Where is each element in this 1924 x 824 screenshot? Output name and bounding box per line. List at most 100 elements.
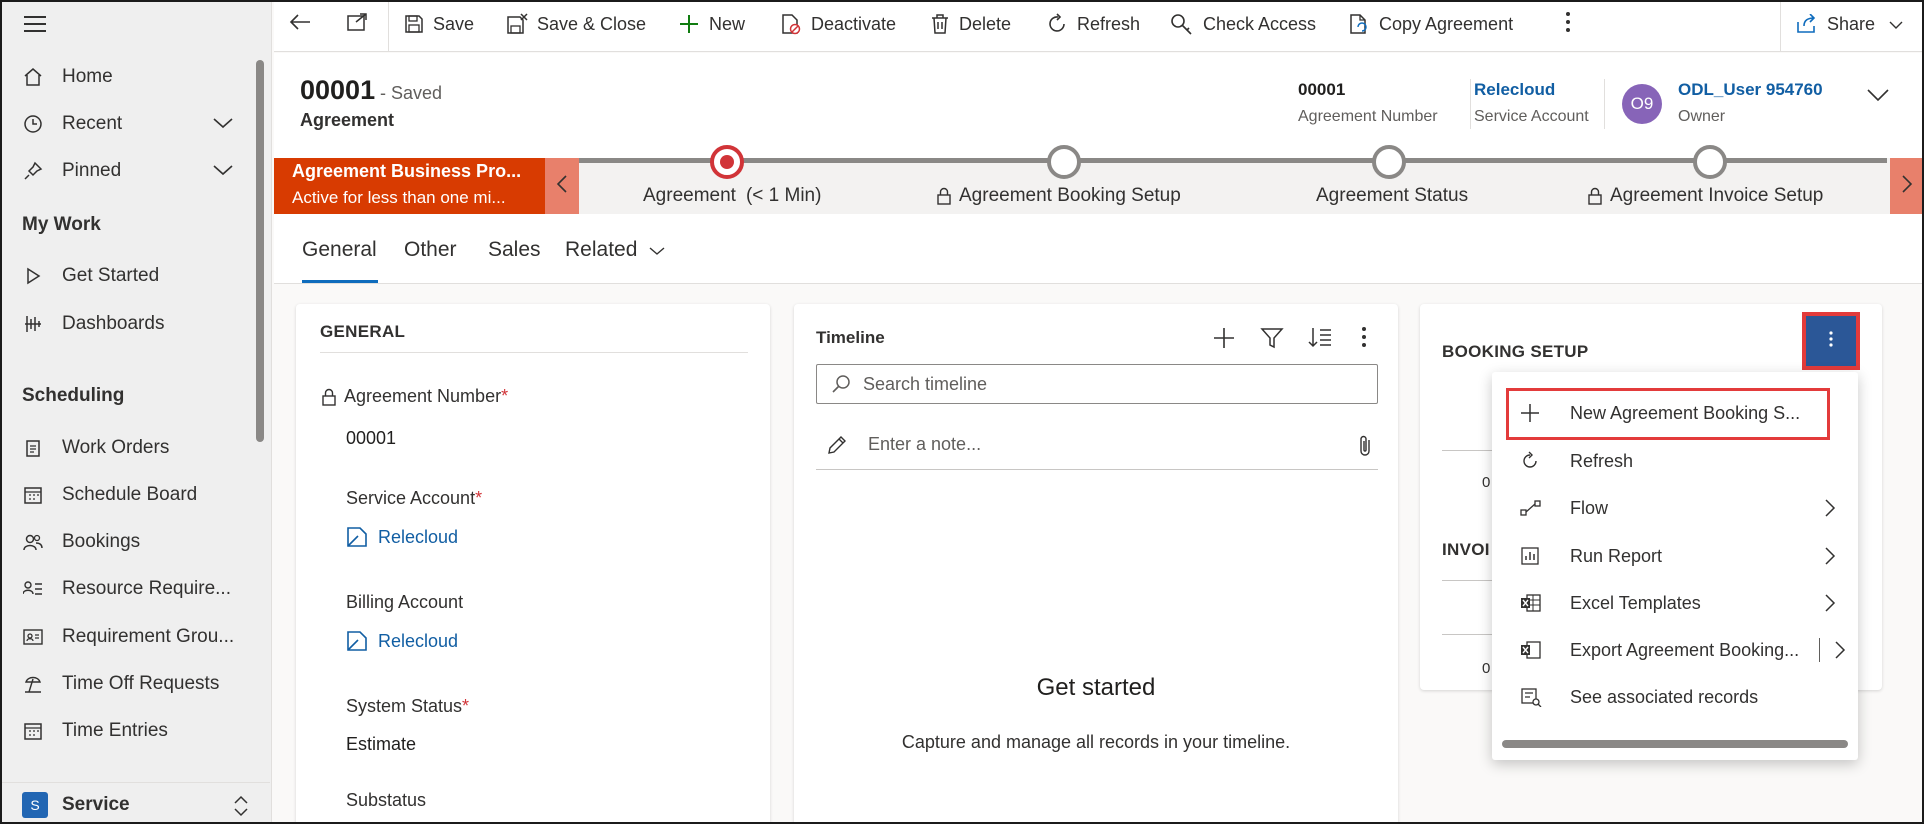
sidebar-item-time-off-requests[interactable]: Time Off Requests: [2, 664, 264, 704]
menu-item-excel-templates[interactable]: Excel Templates: [1492, 580, 1858, 626]
sidebar-item-home[interactable]: Home: [2, 57, 264, 97]
hamburger-menu-icon[interactable]: [24, 16, 46, 32]
plus-icon: [678, 13, 700, 35]
search-icon: [831, 374, 851, 394]
stage-agreement-marker[interactable]: [710, 145, 744, 179]
stage-label: Agreement: [643, 185, 736, 206]
menu-item-see-associated-records[interactable]: See associated records: [1492, 674, 1858, 720]
timeline-search-input[interactable]: Search timeline: [816, 364, 1378, 404]
menu-scrollbar[interactable]: [1502, 740, 1848, 748]
sidebar-item-label: Pinned: [62, 160, 122, 181]
expand-header-chevron-icon[interactable]: [1866, 87, 1890, 108]
sidebar-item-bookings[interactable]: Bookings: [2, 522, 264, 562]
copy-agreement-button[interactable]: Copy Agreement: [1348, 2, 1513, 46]
pencil-icon: [826, 434, 848, 456]
deactivate-button[interactable]: Deactivate: [780, 2, 896, 46]
invoice-section-title: INVOI: [1442, 540, 1490, 559]
account-icon: [346, 630, 368, 652]
sidebar-item-schedule-board[interactable]: Schedule Board: [2, 475, 264, 515]
menu-item-export-agreement-booking[interactable]: Export Agreement Booking...: [1492, 627, 1858, 673]
owner-link[interactable]: ODL_User 954760: [1678, 80, 1823, 100]
tab-sales[interactable]: Sales: [488, 238, 541, 262]
filter-icon[interactable]: [1260, 327, 1284, 354]
stage-agreement-status[interactable]: Agreement Status: [1316, 185, 1468, 207]
key-search-icon: [1170, 13, 1194, 35]
open-in-new-window-button[interactable]: [346, 2, 368, 46]
sidebar-item-label: Requirement Grou...: [62, 626, 235, 647]
bpf-progress-line: [579, 158, 1887, 163]
deactivate-label: Deactivate: [811, 13, 897, 34]
stage-duration: (< 1 Min): [745, 185, 822, 206]
stage-booking-setup-marker[interactable]: [1047, 145, 1081, 179]
attachment-icon[interactable]: [1358, 434, 1372, 463]
sidebar-item-recent[interactable]: Recent: [2, 104, 264, 144]
add-timeline-button[interactable]: [1212, 326, 1236, 355]
bpf-next-button[interactable]: [1890, 158, 1922, 214]
sidebar-item-pinned[interactable]: Pinned: [2, 151, 264, 191]
app-frame: Home Recent Pinned My Work Get Started D…: [0, 0, 1924, 824]
menu-item-flow[interactable]: Flow: [1492, 485, 1858, 531]
calendar-icon: [22, 720, 44, 742]
chevron-right-icon: [1824, 593, 1836, 618]
share-button[interactable]: Share: [1796, 2, 1903, 46]
chevron-right-icon[interactable]: [1834, 640, 1846, 665]
bpf-previous-button[interactable]: [545, 158, 579, 214]
service-account-field[interactable]: Relecloud: [346, 526, 458, 548]
billing-account-field[interactable]: Relecloud: [346, 630, 458, 652]
header-field-label: Service Account: [1474, 108, 1589, 125]
tab-other[interactable]: Other: [404, 238, 457, 262]
sidebar-item-resource-requirements[interactable]: Resource Require...: [2, 569, 264, 609]
section-my-work: My Work: [22, 214, 101, 235]
stage-agreement[interactable]: Agreement (< 1 Min): [643, 185, 821, 207]
chevron-down-icon[interactable]: [212, 114, 234, 136]
menu-item-refresh[interactable]: Refresh: [1492, 438, 1858, 484]
command-bar: Save Save & Close New Deactivate Delete …: [274, 2, 1922, 52]
bpf-active-process[interactable]: Agreement Business Pro... Active for les…: [274, 158, 545, 214]
tab-related[interactable]: Related: [565, 238, 665, 262]
booking-setup-more-button[interactable]: [1802, 312, 1860, 370]
save-button[interactable]: Save: [404, 2, 474, 46]
people-icon: [22, 531, 44, 553]
stage-agreement-invoice-setup[interactable]: Agreement Invoice Setup: [1588, 185, 1823, 207]
save-status: - Saved: [380, 83, 443, 103]
service-account-link[interactable]: Relecloud: [1474, 80, 1589, 100]
delete-button[interactable]: Delete: [930, 2, 1011, 46]
sidebar-item-get-started[interactable]: Get Started: [2, 256, 264, 296]
new-button[interactable]: New: [678, 2, 745, 46]
stage-status-marker[interactable]: [1372, 145, 1406, 179]
sidebar-scrollbar[interactable]: [256, 60, 264, 442]
stage-invoice-setup-marker[interactable]: [1693, 145, 1727, 179]
account-icon: [346, 526, 368, 548]
share-icon: [1796, 14, 1818, 34]
back-button[interactable]: [288, 2, 312, 46]
sidebar-item-work-orders[interactable]: Work Orders: [2, 428, 264, 468]
sidebar-item-dashboards[interactable]: Dashboards: [2, 304, 264, 344]
delete-label: Delete: [959, 13, 1012, 34]
more-commands-button[interactable]: [1564, 2, 1572, 46]
refresh-button[interactable]: Refresh: [1046, 2, 1140, 46]
save-and-close-button[interactable]: Save & Close: [506, 2, 646, 46]
billing-account-link[interactable]: Relecloud: [378, 631, 458, 652]
service-account-label: Service Account *: [346, 488, 482, 509]
chevron-up-down-icon[interactable]: [232, 795, 250, 822]
service-account-link[interactable]: Relecloud: [378, 527, 458, 548]
system-status-value[interactable]: Estimate: [346, 734, 416, 755]
menu-item-run-report[interactable]: Run Report: [1492, 533, 1858, 579]
more-vertical-icon[interactable]: [1360, 326, 1368, 353]
home-icon: [22, 66, 44, 88]
check-access-button[interactable]: Check Access: [1170, 2, 1316, 46]
sidebar-item-time-entries[interactable]: Time Entries: [2, 711, 264, 751]
lock-icon: [322, 388, 336, 406]
area-switcher[interactable]: S Service: [2, 782, 270, 822]
sort-icon[interactable]: [1308, 326, 1332, 355]
contact-card-icon: [22, 626, 44, 648]
timeline-note-input[interactable]: Enter a note...: [816, 420, 1378, 470]
sidebar-item-requirement-groups[interactable]: Requirement Grou...: [2, 617, 264, 657]
menu-item-label: Flow: [1570, 497, 1609, 518]
clipboard-icon: [22, 437, 44, 459]
chevron-down-icon: [649, 238, 665, 262]
stage-label: Agreement Status: [1316, 185, 1469, 206]
chevron-down-icon[interactable]: [212, 161, 234, 183]
stage-agreement-booking-setup[interactable]: Agreement Booking Setup: [937, 185, 1181, 207]
tab-general[interactable]: General: [302, 238, 377, 262]
